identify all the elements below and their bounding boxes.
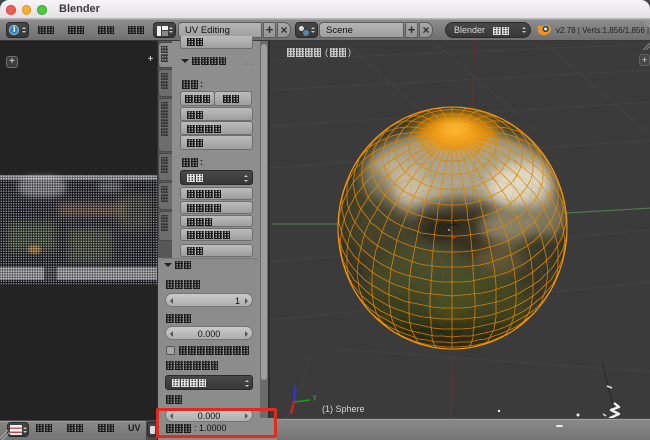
svg-text:y: y <box>313 394 317 401</box>
